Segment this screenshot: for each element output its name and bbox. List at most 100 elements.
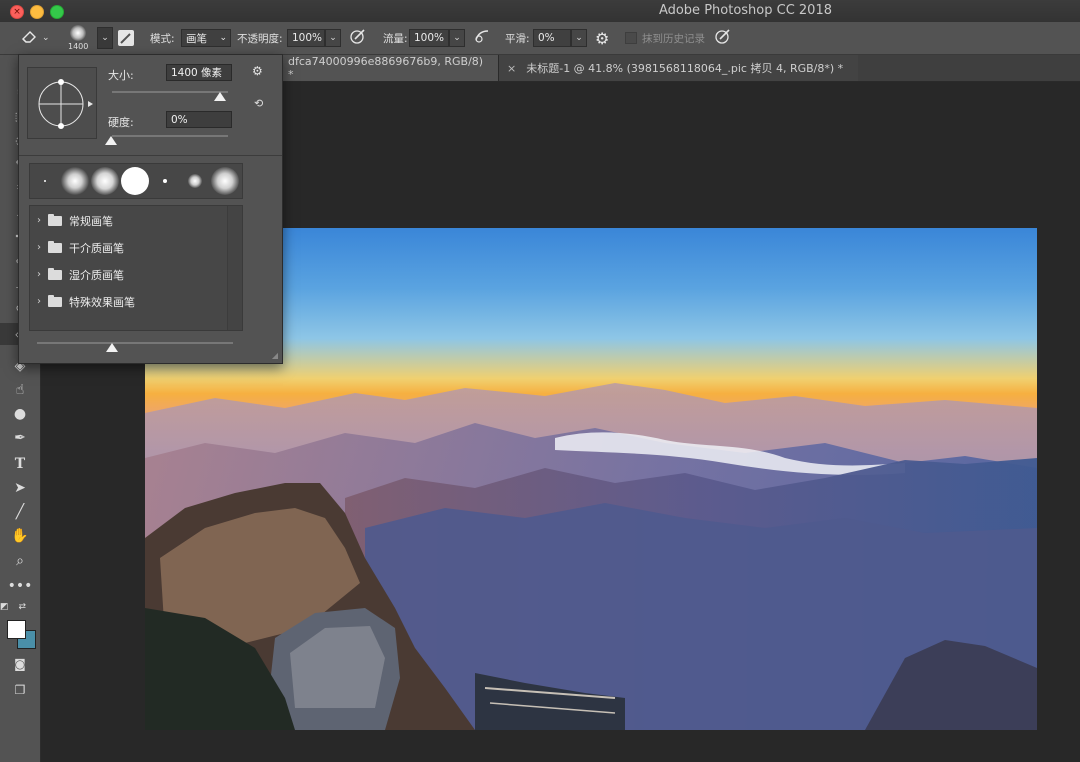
mode-select-box: 画笔 ⌄	[181, 29, 231, 47]
brush-preset-7[interactable]	[210, 164, 240, 198]
brush-preset-5[interactable]	[150, 164, 180, 198]
hardness-label: 硬度:	[108, 116, 134, 129]
title-bar: × Adobe Photoshop CC 2018	[0, 0, 1080, 23]
brush-preset-2[interactable]	[60, 164, 90, 198]
folder-label: 常规画笔	[69, 214, 113, 228]
folder-label: 干介质画笔	[69, 241, 124, 255]
brush-preset-panel: 大小: 1400 像素 ⚙ ⟲ 硬度: 0% › 常规画笔 › 干介质画笔 › …	[18, 54, 283, 364]
hardness-slider-track[interactable]	[112, 135, 228, 137]
screen-mode-icon: ❐	[14, 683, 26, 697]
resize-grip-icon[interactable]: ◢	[272, 351, 278, 360]
screen-mode-button[interactable]: ❐	[0, 679, 40, 701]
mode-label: 模式:	[150, 22, 175, 54]
default-colors-button[interactable]: ◩ ⇄	[0, 600, 40, 614]
brush-tip-shape-icon	[38, 79, 93, 129]
chevron-down-icon[interactable]: ⌄	[449, 29, 465, 47]
panel-settings-button[interactable]: ⚙	[252, 64, 263, 78]
brush-tip-icon	[70, 25, 87, 41]
erase-history-option[interactable]: 抹到历史记录	[625, 22, 705, 54]
chevron-down-icon: ⌄	[97, 27, 113, 49]
size-slider-track[interactable]	[112, 91, 228, 93]
hardness-slider-thumb[interactable]	[105, 136, 117, 145]
mode-label-text: 模式:	[150, 32, 175, 45]
hand-tool[interactable]: ✋	[0, 525, 40, 547]
folder-icon	[48, 240, 62, 253]
folder-icon	[48, 294, 62, 307]
chevron-down-icon[interactable]: ⌄	[325, 29, 341, 47]
smoothing-options-button[interactable]: ⚙	[595, 22, 609, 54]
line-icon: ╱	[15, 504, 25, 520]
mode-select[interactable]: 画笔 ⌄	[181, 22, 231, 54]
pressure-opacity-button[interactable]	[349, 22, 367, 54]
preview-size-slider-track[interactable]	[37, 342, 233, 344]
quick-mask-icon: ◙	[14, 657, 26, 671]
size-field[interactable]: 1400 像素	[166, 64, 232, 81]
close-window-button[interactable]: ×	[10, 5, 24, 19]
path-selection-tool[interactable]: ➤	[0, 477, 40, 499]
size-slider-thumb[interactable]	[214, 92, 226, 101]
flow-label-text: 流量:	[383, 32, 408, 45]
brush-angle-control[interactable]	[27, 67, 97, 139]
gear-icon: ⚙	[252, 64, 263, 78]
hard-brush-icon	[121, 167, 149, 195]
brush-folder-special-effects[interactable]: › 特殊效果画笔	[30, 288, 226, 315]
line-tool[interactable]: ╱	[0, 501, 40, 523]
swap-colors-icon[interactable]: ⇄	[18, 602, 26, 612]
brush-tip-icon	[44, 180, 46, 182]
soft-brush-icon	[91, 167, 119, 195]
brush-preset-6[interactable]	[180, 164, 210, 198]
erase-history-checkbox[interactable]	[625, 32, 637, 44]
smudge-tool[interactable]: ☝	[0, 379, 40, 401]
quick-mask-button[interactable]: ◙	[0, 653, 40, 675]
brush-preset-1[interactable]	[30, 164, 60, 198]
opacity-control[interactable]: 100% ⌄	[287, 22, 341, 54]
chevron-right-icon: ›	[37, 269, 41, 280]
dodge-tool[interactable]: ●	[0, 403, 40, 425]
brush-folder-wet-media[interactable]: › 湿介质画笔	[30, 261, 226, 288]
brush-preset-4[interactable]	[120, 164, 150, 198]
pen-tool[interactable]: ✒	[0, 427, 40, 449]
toggle-brush-panel-button[interactable]	[118, 22, 134, 54]
smoothing-field[interactable]: 0%	[533, 29, 571, 47]
dodge-icon: ●	[13, 406, 27, 422]
maximize-window-button[interactable]	[50, 5, 64, 19]
preview-size-slider-thumb[interactable]	[106, 343, 118, 352]
brush-folder-list: › 常规画笔 › 干介质画笔 › 湿介质画笔 › 特殊效果画笔	[29, 205, 243, 331]
brush-preset-picker[interactable]: 1400	[68, 22, 88, 54]
folder-list-scrollbar[interactable]	[227, 206, 242, 330]
brush-preset-3[interactable]	[90, 164, 120, 198]
brush-folder-dry-media[interactable]: › 干介质画笔	[30, 234, 226, 261]
flow-field[interactable]: 100%	[409, 29, 449, 47]
close-tab-icon[interactable]: ×	[507, 62, 516, 75]
eraser-icon	[20, 29, 38, 47]
tool-preset-picker[interactable]: ⌄	[20, 22, 50, 54]
hardness-field[interactable]: 0%	[166, 111, 232, 128]
tab-label: 未标题-1 @ 41.8% (3981568118064_.pic 拷贝 4, …	[526, 62, 844, 75]
airbrush-button[interactable]	[473, 22, 491, 54]
more-tools[interactable]: •••	[0, 575, 40, 597]
folder-icon	[48, 213, 62, 226]
brush-picker-toggle[interactable]: ⌄	[97, 22, 113, 54]
hand-icon: ✋	[11, 528, 29, 544]
foreground-color-swatch[interactable]	[7, 620, 26, 639]
tab-document-2[interactable]: × 未标题-1 @ 41.8% (3981568118064_.pic 拷贝 4…	[498, 55, 858, 81]
type-tool[interactable]: T	[0, 453, 40, 475]
smoothing-label-text: 平滑:	[505, 32, 530, 45]
minimize-window-button[interactable]	[30, 5, 44, 19]
close-icon: ×	[13, 7, 21, 17]
airbrush-icon	[473, 27, 491, 49]
reset-brush-button[interactable]: ⟲	[254, 97, 263, 110]
zoom-tool[interactable]: ⌕	[0, 550, 40, 572]
tab-document-1[interactable]: dfca74000996e8869676b9, RGB/8) *	[280, 55, 498, 81]
flow-control[interactable]: 100% ⌄	[409, 22, 465, 54]
brush-folder-general[interactable]: › 常规画笔	[30, 207, 226, 234]
smoothing-control[interactable]: 0% ⌄	[533, 22, 587, 54]
document-tabs: dfca74000996e8869676b9, RGB/8) * × 未标题-1…	[280, 55, 1080, 82]
zoom-icon: ⌕	[16, 553, 24, 569]
tab-label: dfca74000996e8869676b9, RGB/8) *	[288, 55, 484, 81]
opacity-field[interactable]: 100%	[287, 29, 325, 47]
folder-label: 湿介质画笔	[69, 268, 124, 282]
pressure-size-button[interactable]	[714, 22, 732, 54]
chevron-down-icon: ⌄	[42, 33, 50, 43]
chevron-down-icon[interactable]: ⌄	[571, 29, 587, 47]
